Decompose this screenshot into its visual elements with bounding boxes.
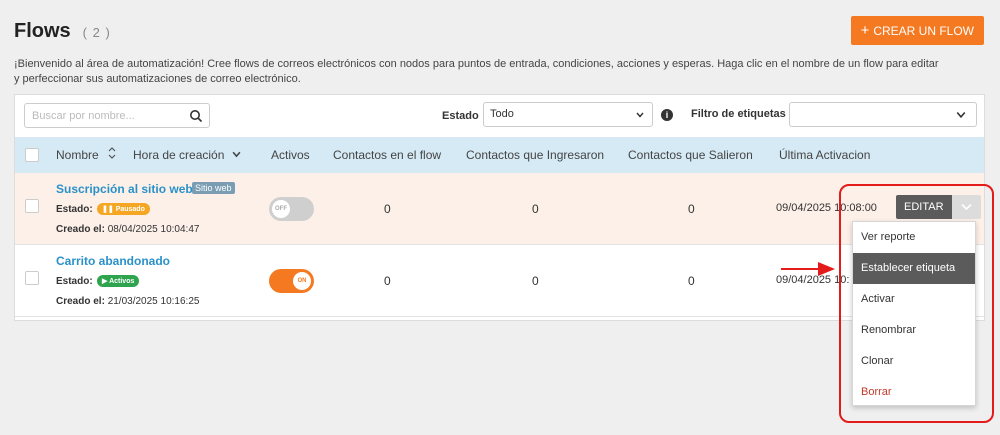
contacts-in-flow: 0 [384,274,391,288]
estado-select[interactable]: Todo [483,102,653,127]
flow-name-link[interactable]: Carrito abandonado [56,254,170,268]
create-flow-button[interactable]: + CREAR UN FLOW [850,16,984,45]
search-icon[interactable] [189,109,203,123]
contacts-entered: 0 [532,202,539,216]
chevron-down-icon [636,112,644,118]
chevron-down-icon[interactable] [232,150,241,159]
contacts-in-flow: 0 [384,202,391,216]
page-header: Flows ( 2 ) [14,20,111,43]
created-date: Creado el: 21/03/2025 10:16:25 [56,296,200,307]
table-header: Nombre Hora de creación Activos Contacto… [15,137,984,173]
flow-tag: Sitio web [192,182,235,194]
tag-filter-label: Filtro de etiquetas [691,108,786,120]
status-label: Estado: [56,276,93,287]
search-input[interactable] [25,104,175,127]
contacts-exited: 0 [688,202,695,216]
col-activos: Activos [271,148,310,162]
estado-filter-label: Estado [442,110,479,122]
intro-text: ¡Bienvenido al área de automatización! C… [14,58,939,85]
tag-filter-select[interactable] [789,102,977,127]
status-badge: ❚❚ Pausado [97,203,150,215]
col-hora-creacion[interactable]: Hora de creación [133,148,224,162]
col-contactos-salieron: Contactos que Salieron [628,148,753,162]
active-toggle[interactable]: OFF [269,197,314,221]
annotation-highlight-box [839,184,994,423]
chevron-down-icon [956,111,966,119]
page-title: Flows [14,20,71,42]
contacts-entered: 0 [532,274,539,288]
search-box [24,103,210,128]
estado-select-value: Todo [490,108,514,120]
flow-name-link[interactable]: Suscripción al sitio web [56,182,193,196]
created-date: Creado el: 08/04/2025 10:04:47 [56,224,200,235]
filters-bar: Estado Todo i Filtro de etiquetas [15,95,984,137]
row-checkbox[interactable] [25,199,39,213]
col-ultima-activacion: Última Activacion [779,148,871,162]
col-contactos-ingresaron: Contactos que Ingresaron [466,148,605,162]
row-checkbox[interactable] [25,271,39,285]
annotation-arrow-icon [781,262,835,276]
contacts-exited: 0 [688,274,695,288]
col-contactos-flow: Contactos en el flow [333,148,442,162]
plus-icon: + [860,22,870,39]
status-label: Estado: [56,204,93,215]
col-nombre[interactable]: Nombre [56,148,99,162]
create-flow-label: CREAR UN FLOW [873,23,974,38]
info-icon[interactable]: i [661,109,673,121]
sort-icon[interactable] [107,146,117,160]
status-badge: ▶ Activos [97,275,140,287]
active-toggle[interactable]: ON [269,269,314,293]
flow-count: ( 2 ) [82,25,111,40]
select-all-checkbox[interactable] [25,148,39,162]
